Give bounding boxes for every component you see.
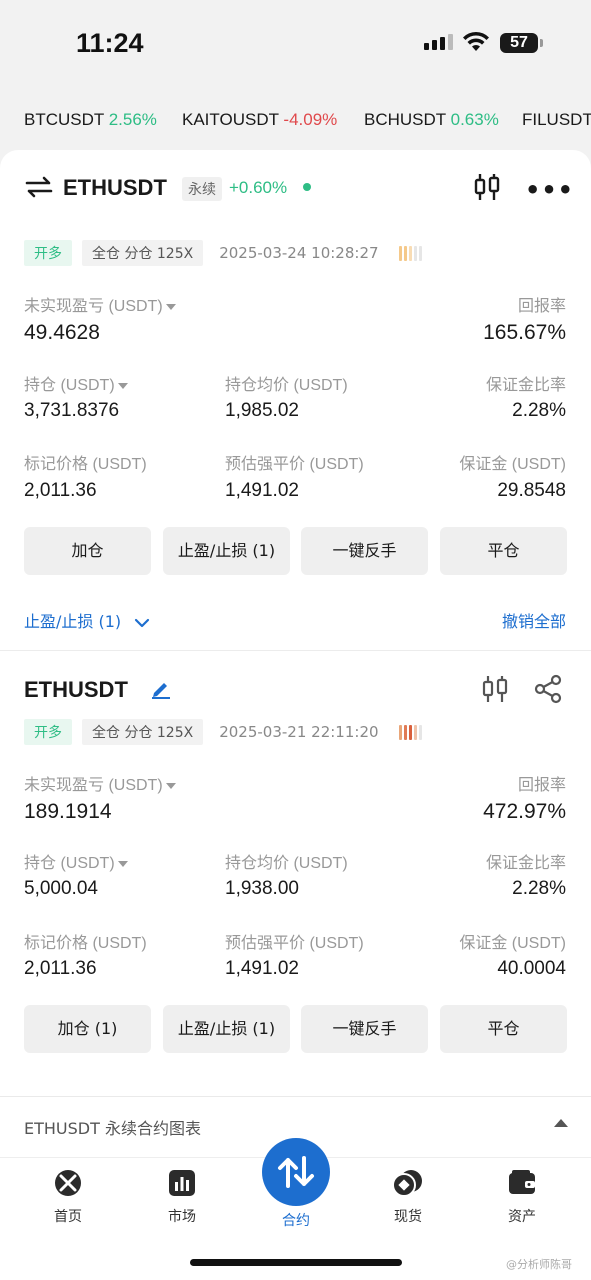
swap-icon[interactable] [25,176,53,198]
wifi-icon [463,31,489,51]
ticker-strip[interactable]: BTCUSDT 2.56% KAITOUSDT -4.09% BCHUSDT 0… [0,100,591,140]
tpsl-expand-link[interactable]: 止盈/止损 (1) [24,608,150,632]
margin-mode-tag: 全仓 分仓 125X [82,240,204,266]
symbol-title[interactable]: ETHUSDT [63,175,167,201]
add-position-button[interactable]: 加仓 [24,527,151,575]
roe-label: 回报率 [517,777,566,794]
tpsl-button[interactable]: 止盈/止损 (1) [163,527,290,575]
tab-futures-label[interactable]: 合约 [262,1210,330,1230]
mark-price-value: 2,011.36 [24,958,97,979]
avg-entry-value: 1,985.02 [225,400,299,421]
roe-value: 165.67% [483,321,566,344]
liq-price-label: 预估强平价 (USDT) [225,935,364,952]
contract-type-badge: 永续 [182,177,222,201]
unrealized-pnl-value: 189.1914 [24,800,112,823]
wallet-icon [509,1170,535,1194]
candlestick-chart-icon[interactable] [480,674,510,704]
status-bar: 11:24 57 [0,0,591,92]
side-tag: 开多 [24,719,72,745]
tpsl-button[interactable]: 止盈/止损 (1) [163,1005,290,1053]
mark-price-label: 标记价格 (USDT) [24,935,147,952]
margin-ratio-label: 保证金比率 [485,855,566,872]
section-divider [0,650,591,651]
tab-futures[interactable] [262,1138,330,1206]
liq-price-value: 1,491.02 [225,480,299,501]
symbol-change: +0.60% [229,178,288,197]
mark-price-label: 标记价格 (USDT) [24,456,147,473]
share-icon[interactable] [533,674,563,704]
position-symbol: ETHUSDT [24,677,128,702]
avg-entry-value: 1,938.00 [225,878,299,899]
position-tags: 开多 全仓 分仓 125X 2025-03-21 22:11:20 [24,719,422,745]
caret-down-icon [117,860,128,867]
position-tags: 开多 全仓 分仓 125X 2025-03-24 10:28:27 [24,240,422,266]
caret-down-icon [165,303,176,310]
spot-icon [392,1170,422,1197]
watermark: @分析师陈哥 [506,1258,572,1271]
chevron-down-icon [135,618,150,627]
status-time: 11:24 [76,28,144,58]
tab-assets[interactable]: 资产 [482,1168,562,1226]
candlestick-chart-icon[interactable] [472,172,502,202]
liq-price-label: 预估强平价 (USDT) [225,456,364,473]
margin-label: 保证金 (USDT) [459,456,566,473]
home-icon [55,1170,81,1196]
position-size-value: 5,000.04 [24,878,98,899]
market-icon [169,1170,195,1196]
tab-spot[interactable]: 现货 [368,1168,448,1226]
ticker-item[interactable]: KAITOUSDT -4.09% [182,110,337,130]
live-status-dot [303,183,311,191]
liq-price-value: 1,491.02 [225,958,299,979]
margin-label: 保证金 (USDT) [459,935,566,952]
margin-ratio-value: 2.28% [512,400,566,421]
unrealized-pnl-value: 49.4628 [24,321,100,344]
caret-down-icon [165,782,176,789]
open-time: 2025-03-24 10:28:27 [219,244,379,262]
ticker-item[interactable]: BCHUSDT 0.63% [364,110,499,130]
margin-value: 29.8548 [497,480,566,501]
reverse-button[interactable]: 一键反手 [301,527,428,575]
expand-arrow-icon[interactable] [554,1119,568,1127]
unrealized-pnl-label[interactable]: 未实现盈亏 (USDT) [24,771,176,795]
caret-down-icon [117,382,128,389]
close-position-button[interactable]: 平仓 [440,1005,567,1053]
avg-entry-label: 持仓均价 (USDT) [225,377,348,394]
cancel-all-link[interactable]: 撤销全部 [502,608,566,632]
unrealized-pnl-label[interactable]: 未实现盈亏 (USDT) [24,292,176,316]
roe-value: 472.97% [483,800,566,823]
position-size-label[interactable]: 持仓 (USDT) [24,371,128,395]
avg-entry-label: 持仓均价 (USDT) [225,855,348,872]
side-tag: 开多 [24,240,72,266]
risk-level-indicator [398,245,422,261]
tab-home[interactable]: 首页 [28,1168,108,1226]
battery-indicator: 57 [500,33,538,53]
position-size-value: 3,731.8376 [24,400,120,421]
margin-mode-tag: 全仓 分仓 125X [82,719,204,745]
mark-price-value: 2,011.36 [24,480,97,501]
margin-value: 40.0004 [497,958,566,979]
reverse-button[interactable]: 一键反手 [301,1005,428,1053]
more-icon[interactable]: ••• [525,176,574,204]
chart-panel-label[interactable]: ETHUSDT 永续合约图表 [24,1115,201,1139]
tab-market[interactable]: 市场 [142,1168,222,1226]
ticker-item[interactable]: FILUSDT [522,110,591,130]
battery-tip [540,39,543,47]
futures-icon [278,1156,314,1188]
ticker-item[interactable]: BTCUSDT 2.56% [24,110,157,130]
cellular-signal-icon [424,34,453,50]
risk-level-indicator [398,724,422,740]
roe-label: 回报率 [517,298,566,315]
margin-ratio-value: 2.28% [512,878,566,899]
close-position-button[interactable]: 平仓 [440,527,567,575]
open-time: 2025-03-21 22:11:20 [219,723,379,741]
margin-ratio-label: 保证金比率 [485,377,566,394]
home-indicator[interactable] [190,1259,402,1266]
edit-icon[interactable] [150,679,172,699]
add-position-button[interactable]: 加仓 (1) [24,1005,151,1053]
position-size-label[interactable]: 持仓 (USDT) [24,849,128,873]
